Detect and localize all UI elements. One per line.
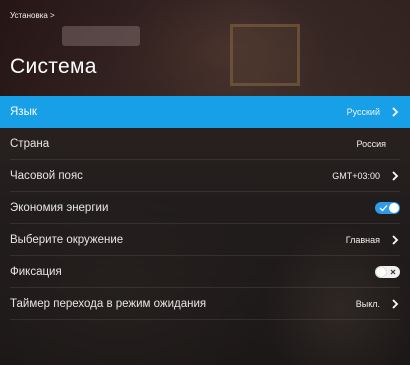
menu-item-standby-timer[interactable]: Таймер перехода в режим ожидания Выкл. bbox=[10, 288, 400, 320]
menu-item-value: GMT+03:00 bbox=[332, 170, 380, 181]
system-settings-screen: Установка > Система Язык Русский Страна … bbox=[0, 0, 410, 365]
breadcrumb[interactable]: Установка > bbox=[10, 11, 55, 20]
header: Установка > Система bbox=[0, 0, 410, 96]
menu-item-label: Экономия энергии bbox=[10, 201, 109, 214]
menu-item-language[interactable]: Язык Русский bbox=[0, 96, 410, 128]
toggle-knob bbox=[389, 202, 399, 213]
menu-item-timezone[interactable]: Часовой пояс GMT+03:00 bbox=[10, 160, 400, 192]
chevron-right-icon bbox=[390, 234, 400, 245]
menu-item-value: Главная bbox=[345, 234, 380, 245]
menu-item-label: Язык bbox=[10, 106, 37, 118]
menu-item-country[interactable]: Страна Россия bbox=[10, 128, 400, 160]
background-picture-frame bbox=[230, 24, 300, 86]
menu-item-label: Таймер перехода в режим ожидания bbox=[10, 297, 207, 310]
menu-item-energy-saving[interactable]: Экономия энергии bbox=[10, 192, 400, 224]
menu-item-value: Русский bbox=[346, 107, 380, 117]
chevron-right-icon bbox=[390, 298, 400, 309]
header-background bbox=[0, 0, 410, 96]
background-channel-logo bbox=[62, 26, 140, 46]
check-icon bbox=[379, 204, 388, 211]
menu-item-label: Часовой пояс bbox=[10, 169, 83, 182]
menu-item-value: Выкл. bbox=[355, 298, 380, 309]
menu-item-label: Фиксация bbox=[10, 265, 62, 278]
settings-menu: Язык Русский Страна Россия Часовой пояс … bbox=[0, 96, 410, 320]
lock-toggle[interactable] bbox=[375, 265, 400, 278]
menu-item-label: Страна bbox=[10, 137, 50, 150]
menu-item-label: Выберите окружение bbox=[10, 233, 124, 246]
close-icon bbox=[390, 269, 396, 274]
menu-item-environment[interactable]: Выберите окружение Главная bbox=[10, 224, 400, 256]
menu-item-value: Россия bbox=[356, 138, 386, 149]
toggle-knob bbox=[376, 266, 386, 277]
page-title: Система bbox=[10, 55, 97, 78]
chevron-right-icon bbox=[390, 107, 400, 117]
energy-saving-toggle[interactable] bbox=[375, 201, 400, 214]
menu-item-lock[interactable]: Фиксация bbox=[10, 256, 400, 288]
chevron-right-icon bbox=[390, 170, 400, 181]
